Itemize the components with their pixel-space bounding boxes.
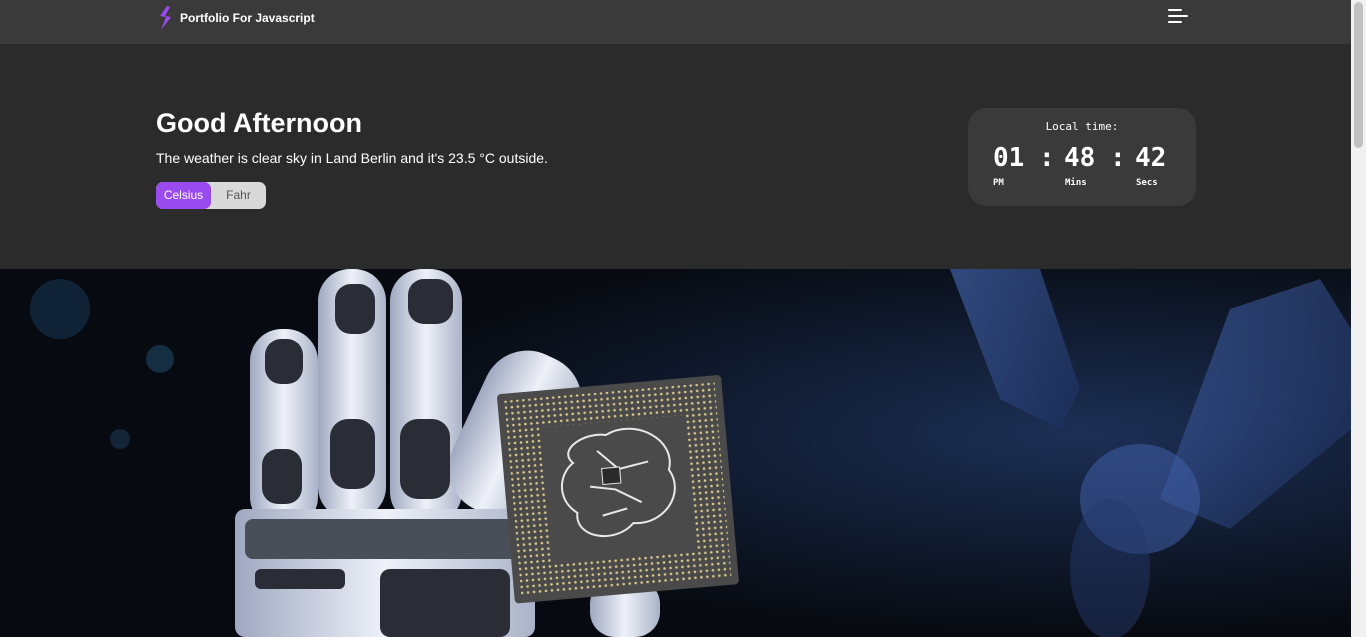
hero-section: Good Afternoon The weather is clear sky … [0,44,1351,269]
clock-seconds: 42 [1135,143,1167,173]
clock-period-label: PM [993,178,1004,188]
clock-seconds-label: Secs [1136,178,1158,188]
banner-image [0,269,1351,637]
clock-separator: : [1110,143,1126,173]
weather-text: The weather is clear sky in Land Berlin … [156,150,548,166]
temperature-unit-toggle[interactable]: Celsius Fahr [156,182,266,209]
clock-separator: : [1039,143,1055,173]
brand-link[interactable]: Portfolio For Javascript [156,6,315,30]
greeting-heading: Good Afternoon [156,108,362,138]
brand-name: Portfolio For Javascript [180,11,315,25]
celsius-option[interactable]: Celsius [156,182,211,209]
local-time-card: Local time: 01 : 48 : 42 PM Mins Secs [968,108,1196,206]
clock-title: Local time: [1045,120,1119,133]
clock-minutes: 48 [1064,143,1096,173]
scrollbar-thumb[interactable] [1354,2,1363,148]
clock-hours: 01 [993,143,1025,173]
lightning-bolt-icon [160,6,171,30]
hamburger-menu-icon[interactable] [1168,8,1188,24]
scrollbar[interactable] [1351,0,1366,637]
clock-minutes-label: Mins [1065,178,1087,188]
navbar: Portfolio For Javascript [0,0,1351,44]
robot-hand-chip-illustration [0,269,1351,637]
fahrenheit-option[interactable]: Fahr [211,182,266,209]
